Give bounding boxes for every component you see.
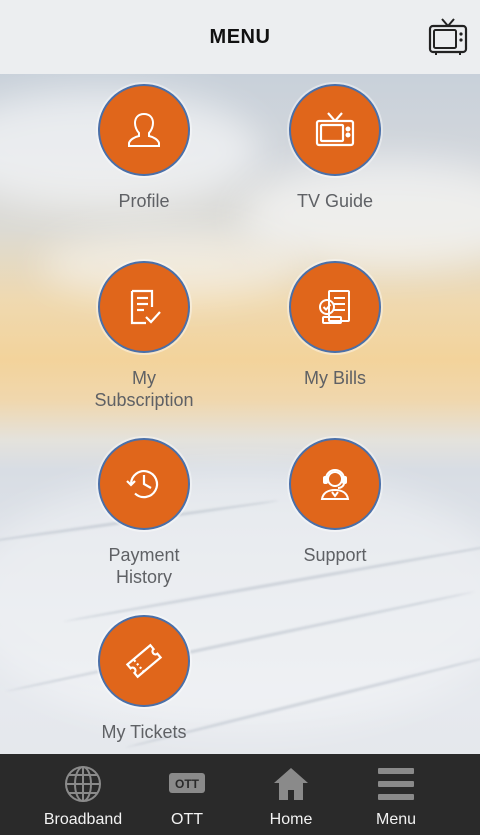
nav-label: OTT — [171, 811, 203, 828]
menu-item-label: Payment History — [108, 545, 180, 587]
menu-item-my-subscription[interactable]: My Subscription — [49, 261, 239, 411]
menu-item-support[interactable]: Support — [240, 438, 430, 566]
menu-item-label: Support — [303, 545, 367, 565]
bills-circle — [289, 261, 381, 353]
tv-icon — [428, 18, 468, 55]
menu-item-payment-history[interactable]: Payment History — [49, 438, 239, 588]
menu-item-my-bills[interactable]: My Bills — [240, 261, 430, 389]
tickets-circle — [98, 615, 190, 707]
menu-item-label: TV Guide — [296, 191, 374, 211]
bills-icon — [319, 290, 350, 324]
menu-item-label: Profile — [118, 191, 170, 211]
nav-label: Broadband — [43, 811, 123, 828]
person-icon — [128, 112, 160, 147]
nav-label: Home — [269, 811, 313, 828]
globe-icon — [65, 766, 101, 802]
profile-circle — [98, 84, 190, 176]
subscription-circle — [98, 261, 190, 353]
home-icon — [274, 768, 308, 800]
tv-icon-button[interactable] — [428, 16, 468, 56]
ott-icon: OTT — [169, 773, 205, 793]
menu-item-label: My Bills — [304, 368, 366, 388]
menu-item-label: My Tickets — [101, 722, 187, 742]
nav-label: Menu — [375, 811, 417, 828]
menu-item-label: My Subscription — [94, 368, 194, 410]
page-title: MENU — [209, 25, 271, 48]
bottom-navigation: Broadband OTT OTT Home Menu — [0, 754, 480, 835]
menu-item-tv-guide[interactable]: TV Guide — [240, 84, 430, 212]
history-circle — [98, 438, 190, 530]
menu-item-my-tickets[interactable]: My Tickets — [49, 615, 239, 743]
history-icon — [126, 470, 159, 499]
menu-item-profile[interactable]: Profile — [49, 84, 239, 212]
hamburger-icon — [378, 768, 414, 800]
nav-home[interactable]: Home — [239, 754, 343, 835]
nav-broadband[interactable]: Broadband — [31, 754, 135, 835]
header-bar: MENU — [0, 0, 480, 74]
nav-ott[interactable]: OTT OTT — [135, 754, 239, 835]
support-circle — [289, 438, 381, 530]
support-icon — [320, 469, 350, 500]
tv-icon — [315, 112, 355, 147]
ticket-icon — [125, 643, 163, 679]
nav-menu[interactable]: Menu — [344, 754, 448, 835]
subscription-icon — [130, 289, 161, 325]
tv-guide-circle — [289, 84, 381, 176]
svg-text:OTT: OTT — [175, 777, 200, 791]
